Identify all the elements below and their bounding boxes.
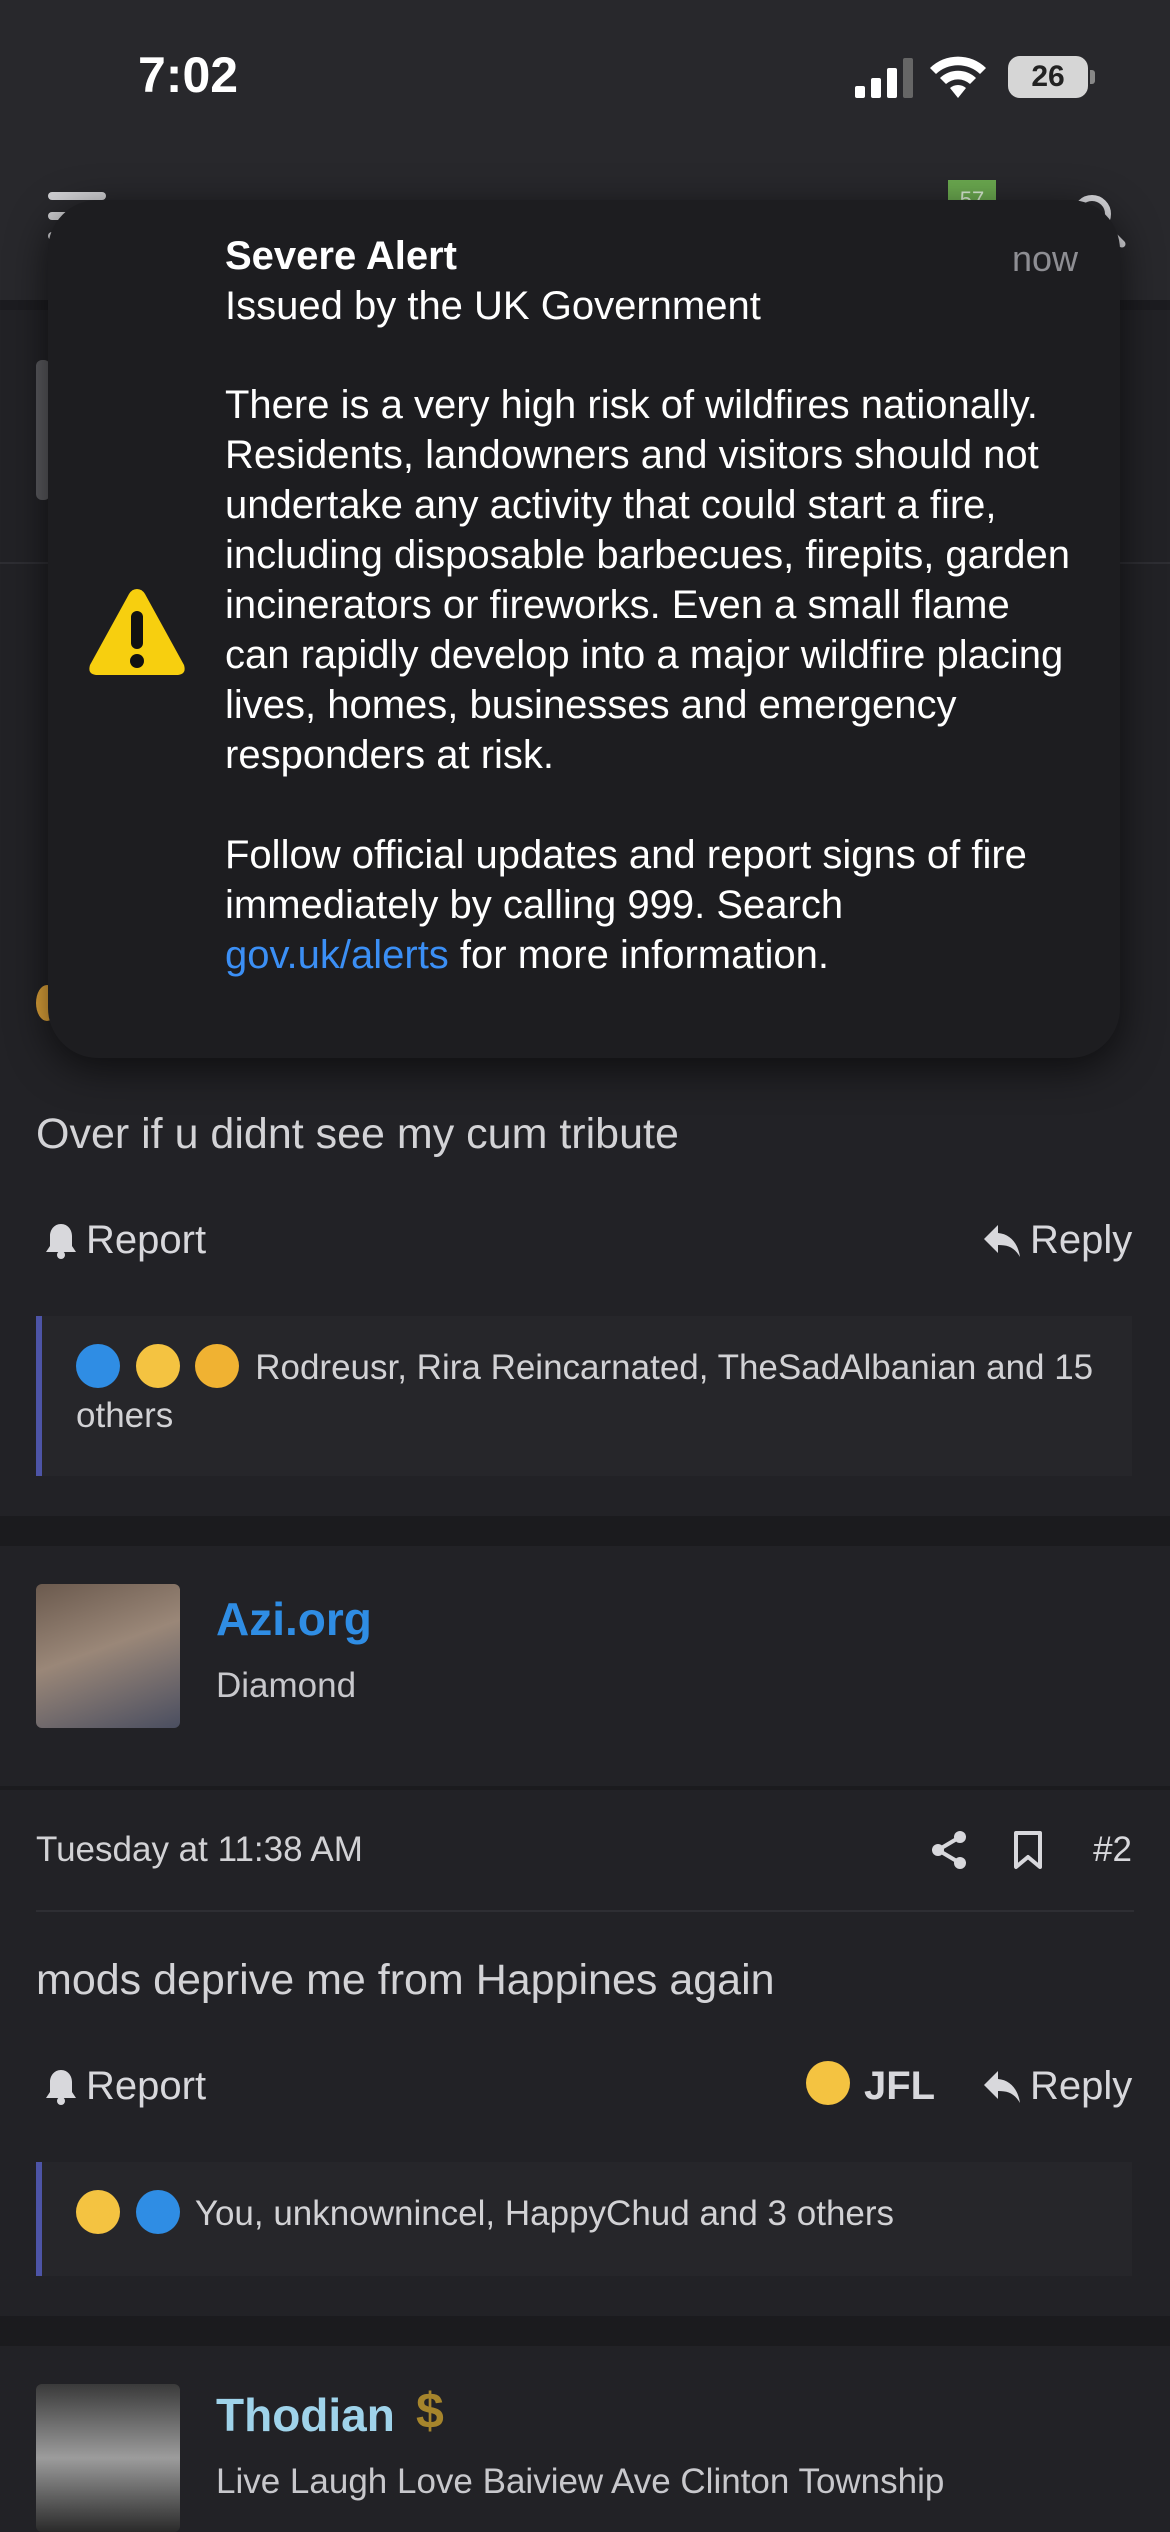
share-icon[interactable] [930,1830,968,1870]
reply-button[interactable]: Reply [982,1218,1132,1263]
wifi-icon [930,56,986,98]
bookmark-icon[interactable] [1012,1830,1044,1870]
warning-icon [89,589,185,675]
jfl-label: JFL [864,2064,936,2108]
reply-label: Reply [1030,2064,1133,2108]
divider-line [0,1786,1170,1790]
reply-icon [984,2070,1020,2103]
alert-paragraph: There is a very high risk of wildfires n… [225,383,1070,777]
post-separator [0,2316,1170,2346]
username[interactable]: Azi.org [216,1592,372,1646]
reactions-text[interactable]: You, unknownincel, HappyChud and 3 other… [195,2194,894,2233]
post-number[interactable]: #2 [1093,1830,1132,1870]
username[interactable]: Thodian [216,2388,395,2442]
jfl-reaction-button[interactable]: JFL [806,2060,936,2109]
status-time: 7:02 [138,47,239,103]
cellular-signal-icon [855,58,913,98]
post-timestamp[interactable]: Tuesday at 11:38 AM [36,1830,363,1870]
alert-title: Severe Alert [225,234,457,278]
report-button[interactable]: Report [44,2064,206,2109]
like-reaction-icon [76,1343,120,1388]
battery-indicator: 26 [1008,56,1088,98]
reactions-bar[interactable]: Rodreusr, Rira Reincarnated, TheSadAlban… [36,1316,1132,1476]
dollar-badge-icon: $ [416,2383,444,2439]
report-button[interactable]: Report [44,1218,206,1263]
divider-line [36,1910,1134,1912]
alert-issuer: Issued by the UK Government [225,284,761,328]
bell-icon [46,1223,76,1259]
report-label: Report [86,2064,207,2108]
alert-text: Follow official updates and report signs… [225,833,1027,927]
reactions-bar[interactable]: You, unknownincel, HappyChud and 3 other… [36,2162,1132,2276]
user-title: Live Laugh Love Baiview Ave Clinton Town… [216,2462,945,2501]
avatar[interactable] [36,1584,180,1728]
alert-paragraph: Follow official updates and report signs… [225,830,1075,980]
battery-tip [1090,70,1095,84]
post-body: Over if u didnt see my cum tribute [36,1110,679,1158]
reply-button[interactable]: Reply [982,2064,1132,2109]
laughing-crying-reaction-icon [135,1343,180,1388]
reply-icon [984,1224,1020,1257]
report-label: Report [86,1218,207,1262]
severe-alert-notification[interactable]: Severe Alert now Issued by the UK Govern… [48,200,1120,1058]
post-separator [0,1516,1170,1546]
laughing-crying-reaction-icon [806,2060,850,2105]
user-title: Diamond [216,1666,357,1705]
avatar[interactable] [36,2384,180,2532]
alert-text: for more information. [448,933,829,977]
laughing-crying-reaction-icon [76,2189,120,2234]
alert-time: now [1011,238,1078,279]
status-bar: 7:02 26 [0,0,1170,150]
like-reaction-icon [135,2189,180,2234]
sad-reaction-icon [195,1343,240,1388]
alert-body: There is a very high risk of wildfires n… [225,380,1075,1030]
alerts-link[interactable]: gov.uk/alerts [225,933,449,977]
bell-icon [46,2069,76,2105]
reply-label: Reply [1030,1218,1133,1262]
post-body: mods deprive me from Happines again [36,1956,775,2004]
